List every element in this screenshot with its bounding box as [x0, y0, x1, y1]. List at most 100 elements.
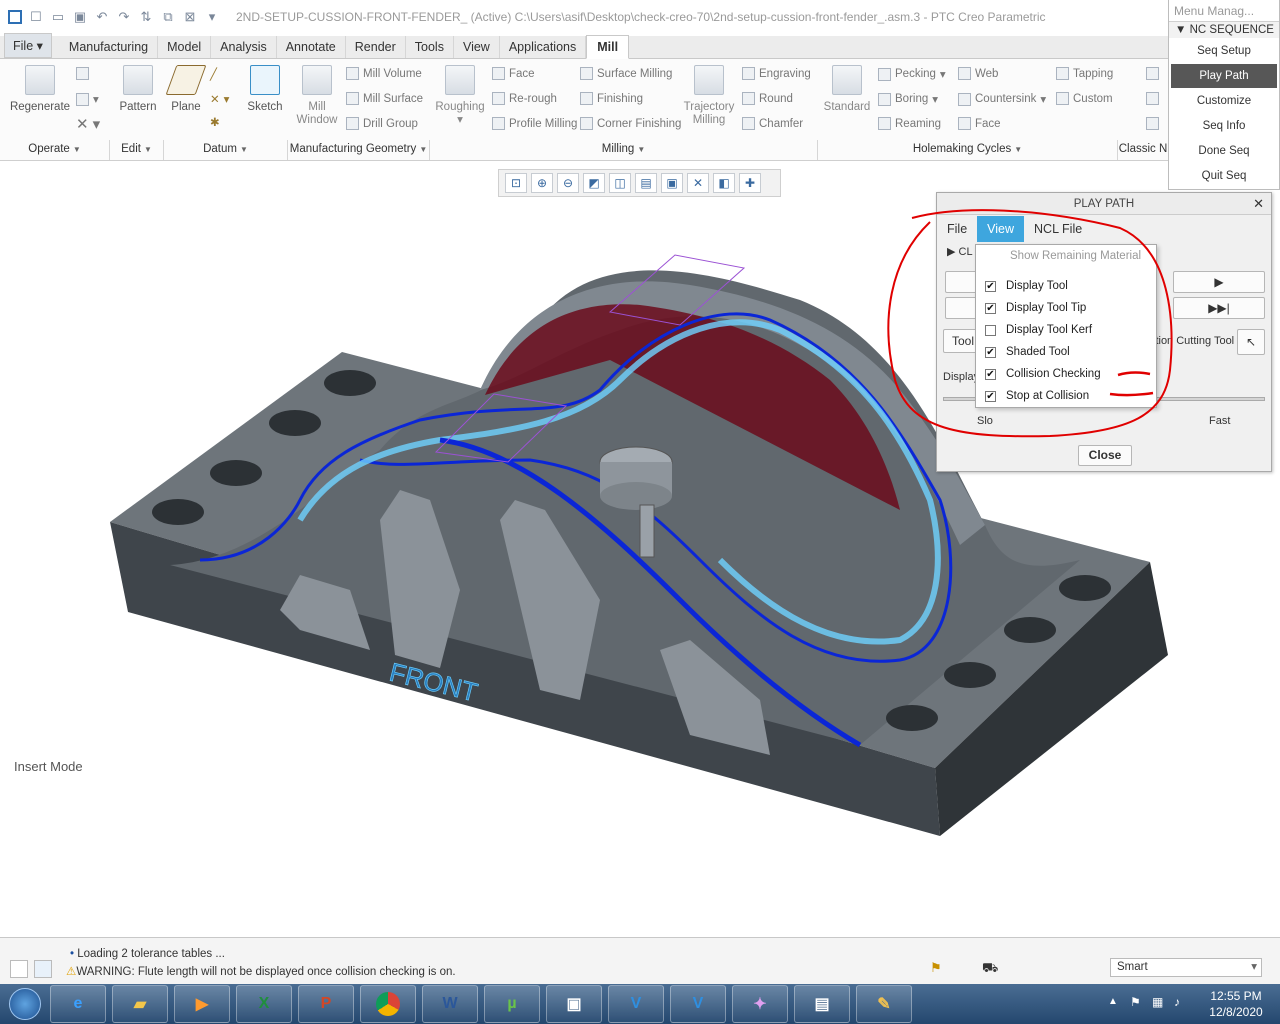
fast-forward-button[interactable]: ▶▶|: [1173, 297, 1265, 319]
paste-button[interactable]: ▾: [76, 92, 99, 106]
zoom-in-icon[interactable]: ⊕: [531, 173, 553, 193]
select-cursor-button[interactable]: ↖: [1237, 329, 1265, 355]
close-icon[interactable]: ✕: [1253, 193, 1264, 215]
sketch-button[interactable]: Sketch: [244, 65, 286, 114]
spin-center-icon[interactable]: ✚: [739, 173, 761, 193]
menu-display-tool[interactable]: ✔ Display Tool: [976, 275, 1156, 297]
chamfer-button[interactable]: Chamfer: [742, 117, 803, 130]
custom-button[interactable]: Custom: [1056, 92, 1113, 105]
close-window-icon[interactable]: ⊠: [182, 9, 198, 25]
taskbar-paint[interactable]: ✎: [856, 985, 912, 1023]
annotation-icon[interactable]: ◧: [713, 173, 735, 193]
pecking-button[interactable]: Pecking ▾: [878, 67, 946, 81]
repaint-icon[interactable]: ◩: [583, 173, 605, 193]
volume-icon[interactable]: ♪: [1174, 995, 1180, 1009]
tree-toggle-icon[interactable]: [10, 960, 28, 978]
group-classic[interactable]: Classic N: [1118, 140, 1168, 160]
menu-collision-checking[interactable]: ✔ Collision Checking: [976, 363, 1156, 385]
group-operate[interactable]: Operate ▼: [0, 140, 110, 160]
tab-file[interactable]: File ▾: [4, 33, 52, 58]
rerough-button[interactable]: Re-rough: [492, 92, 557, 105]
web-button[interactable]: Web: [958, 67, 998, 80]
checkbox-checked-icon[interactable]: ✔: [985, 302, 996, 314]
find-icon[interactable]: ⛟: [982, 960, 998, 978]
taskbar-powerpoint[interactable]: P: [298, 985, 354, 1023]
taskbar-creo-2[interactable]: V: [670, 985, 726, 1023]
point-button[interactable]: ✕ ▾: [210, 92, 229, 106]
new-file-icon[interactable]: ☐: [28, 9, 44, 25]
windows-icon[interactable]: ⧉: [160, 9, 176, 25]
taskbar-window[interactable]: ▣: [546, 985, 602, 1023]
finishing-button[interactable]: Finishing: [580, 92, 643, 105]
checkbox-checked-icon[interactable]: ✔: [985, 390, 996, 402]
menu-display-tool-kerf[interactable]: Display Tool Kerf: [976, 319, 1156, 341]
delete-button[interactable]: ✕ ▾: [76, 115, 100, 133]
taskbar-media[interactable]: ▶: [174, 985, 230, 1023]
clock[interactable]: 12:55 PM 12/8/2020: [1204, 988, 1268, 1020]
tab-model[interactable]: Model: [158, 36, 212, 58]
customize-toolbar-icon[interactable]: ▾: [204, 9, 220, 25]
tab-render[interactable]: Render: [346, 36, 406, 58]
corner-finishing-button[interactable]: Corner Finishing: [580, 117, 681, 130]
profile-milling-button[interactable]: Profile Milling: [492, 117, 577, 130]
menu-item-seq-setup[interactable]: Seq Setup: [1171, 39, 1277, 63]
plane-button[interactable]: Plane: [165, 65, 207, 114]
tapping-button[interactable]: Tapping: [1056, 67, 1113, 80]
cl-data-toggle[interactable]: ▶ CL: [947, 245, 973, 258]
classic-tool-2[interactable]: [1146, 92, 1159, 105]
roughing-button[interactable]: Roughing ▾: [434, 65, 486, 127]
zoom-fit-icon[interactable]: ⊡: [505, 173, 527, 193]
menu-item-customize[interactable]: Customize: [1171, 89, 1277, 113]
saved-orientation-icon[interactable]: ◫: [609, 173, 631, 193]
regenerate-button[interactable]: Regenerate: [8, 65, 72, 114]
checkbox-unchecked-icon[interactable]: [985, 324, 996, 336]
browser-toggle-icon[interactable]: [34, 960, 52, 978]
tab-annotate[interactable]: Annotate: [277, 36, 346, 58]
selection-filter[interactable]: Smart ▾: [1110, 958, 1262, 977]
face-milling-button[interactable]: Face: [492, 67, 535, 80]
flag-icon[interactable]: ⚑: [930, 960, 942, 976]
round-button[interactable]: Round: [742, 92, 793, 105]
group-edit[interactable]: Edit ▼: [110, 140, 164, 160]
menu-stop-at-collision[interactable]: ✔ Stop at Collision: [976, 385, 1156, 407]
menu-item-seq-info[interactable]: Seq Info: [1171, 114, 1277, 138]
menu-view[interactable]: View: [977, 216, 1025, 242]
trajectory-milling-button[interactable]: Trajectory Milling: [682, 65, 736, 127]
group-milling[interactable]: Milling ▼: [430, 140, 818, 160]
group-datum[interactable]: Datum ▼: [164, 140, 288, 160]
mill-surface-button[interactable]: Mill Surface: [346, 92, 423, 105]
menu-item-done-seq[interactable]: Done Seq: [1171, 139, 1277, 163]
menu-file[interactable]: File: [937, 216, 977, 242]
standard-drill-button[interactable]: Standard: [822, 65, 872, 114]
classic-tool-3[interactable]: [1146, 117, 1159, 130]
undo-icon[interactable]: ↶: [94, 9, 110, 25]
play-button[interactable]: ▶: [1173, 271, 1265, 293]
axis-button[interactable]: ╱: [210, 67, 217, 81]
taskbar-app[interactable]: ✦: [732, 985, 788, 1023]
taskbar-word[interactable]: W: [422, 985, 478, 1023]
taskbar-network[interactable]: ▤: [794, 985, 850, 1023]
open-file-icon[interactable]: ▭: [50, 9, 66, 25]
save-icon[interactable]: ▣: [72, 9, 88, 25]
engraving-button[interactable]: Engraving: [742, 67, 811, 80]
mill-volume-button[interactable]: Mill Volume: [346, 67, 422, 80]
taskbar-creo-1[interactable]: V: [608, 985, 664, 1023]
drill-group-button[interactable]: Drill Group: [346, 117, 418, 130]
menu-item-quit-seq[interactable]: Quit Seq: [1171, 164, 1277, 188]
checkbox-checked-icon[interactable]: ✔: [985, 346, 996, 358]
mill-window-button[interactable]: Mill Window: [294, 65, 340, 127]
taskbar-excel[interactable]: X: [236, 985, 292, 1023]
checkbox-checked-icon[interactable]: ✔: [985, 280, 996, 292]
countersink-button[interactable]: Countersink ▾: [958, 92, 1046, 106]
show-hidden-icons[interactable]: ▲: [1108, 996, 1118, 1007]
view-manager-icon[interactable]: ▤: [635, 173, 657, 193]
reaming-button[interactable]: Reaming: [878, 117, 941, 130]
close-button[interactable]: Close: [1078, 445, 1132, 466]
group-holemaking-cycles[interactable]: Holemaking Cycles ▼: [818, 140, 1118, 160]
taskbar-explorer[interactable]: ▰: [112, 985, 168, 1023]
menu-section-nc-sequence[interactable]: ▼ NC SEQUENCE: [1169, 22, 1279, 38]
menu-item-play-path[interactable]: Play Path: [1171, 64, 1277, 88]
tab-view[interactable]: View: [454, 36, 500, 58]
redo-icon[interactable]: ↷: [116, 9, 132, 25]
datum-display-icon[interactable]: ✕: [687, 173, 709, 193]
